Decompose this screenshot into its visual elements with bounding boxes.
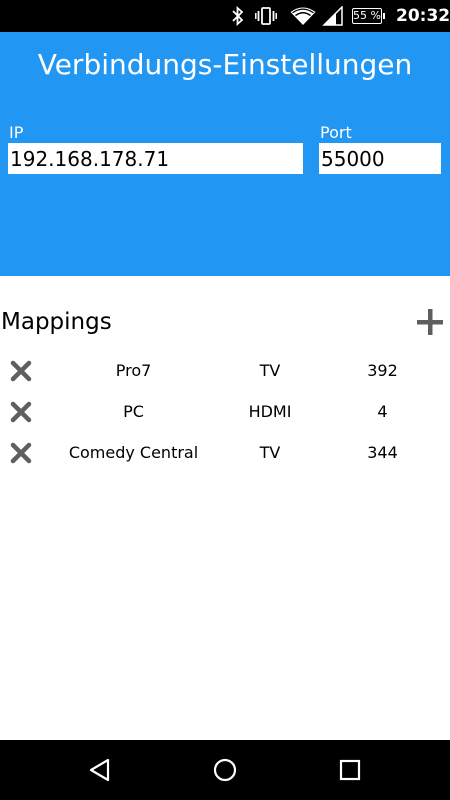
- back-icon[interactable]: [87, 757, 113, 783]
- port-input[interactable]: [319, 143, 441, 174]
- recents-icon[interactable]: [337, 757, 363, 783]
- mapping-row: PC HDMI 4: [0, 391, 450, 431]
- port-label: Port: [320, 123, 352, 142]
- battery-indicator: 55 %: [352, 8, 385, 24]
- mapping-name: Comedy Central: [68, 443, 199, 462]
- mapping-type: HDMI: [248, 402, 292, 421]
- delete-icon[interactable]: [10, 442, 32, 464]
- mappings-title: Mappings: [1, 309, 112, 335]
- delete-icon[interactable]: [10, 360, 32, 382]
- mapping-number: 4: [377, 402, 388, 421]
- mapping-number: 344: [367, 443, 398, 462]
- home-icon[interactable]: [212, 757, 238, 783]
- mapping-number: 392: [367, 361, 398, 380]
- status-bar: 55 % 20:32: [0, 0, 450, 32]
- mapping-name: PC: [123, 402, 144, 421]
- vibrate-icon: [255, 7, 277, 25]
- navigation-bar: [0, 740, 450, 800]
- mapping-row: Pro7 TV 392: [0, 350, 450, 390]
- page-title: Verbindungs-Einstellungen: [37, 48, 413, 81]
- mapping-name: Pro7: [115, 361, 152, 380]
- ip-input[interactable]: [8, 143, 303, 174]
- plus-icon[interactable]: [414, 306, 446, 338]
- cell-signal-icon: [322, 6, 343, 26]
- clock: 20:32: [396, 6, 450, 26]
- mapping-row: Comedy Central TV 344: [0, 432, 450, 472]
- mapping-type: TV: [259, 443, 281, 462]
- mapping-type: TV: [259, 361, 281, 380]
- bluetooth-icon: [232, 6, 244, 26]
- connection-settings-panel: Verbindungs-Einstellungen IP Port: [0, 32, 450, 276]
- wifi-icon: [290, 7, 316, 25]
- ip-label: IP: [9, 123, 24, 142]
- delete-icon[interactable]: [10, 401, 32, 423]
